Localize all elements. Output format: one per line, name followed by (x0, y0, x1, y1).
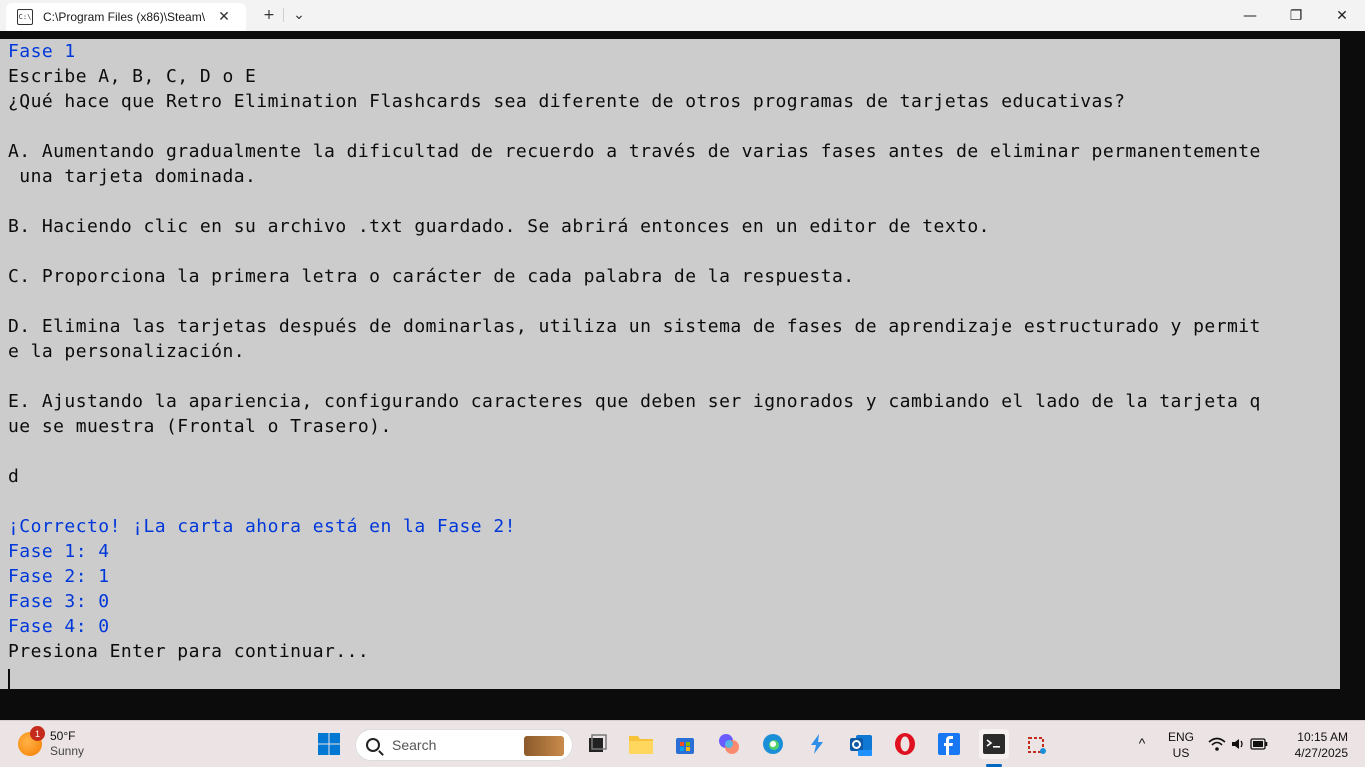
clock[interactable]: 10:15 AM 4/27/2025 (1286, 729, 1348, 761)
new-tab-button[interactable]: + (255, 4, 283, 26)
console-line: Fase 2: 1 (8, 566, 110, 587)
console-line: A. Aumentando gradualmente la dificultad… (8, 141, 1261, 162)
console-text-area[interactable]: Fase 1 Escribe A, B, C, D o E ¿Qué hace qu… (0, 39, 1340, 689)
snipping-tool-icon (1028, 737, 1046, 754)
start-button[interactable] (314, 729, 344, 759)
minimize-button[interactable]: — (1227, 0, 1273, 31)
taskbar-search[interactable]: Search (355, 729, 573, 761)
opera-icon (895, 733, 915, 755)
facebook-icon (938, 733, 960, 755)
system-status-group[interactable] (1206, 729, 1270, 759)
text-cursor (8, 669, 10, 689)
clock-time: 10:15 AM (1297, 730, 1348, 744)
tab-title: C:\Program Files (x86)\Steam\ (43, 10, 206, 24)
search-icon (366, 738, 380, 752)
edge-icon (763, 734, 783, 754)
code-editor-icon (811, 734, 823, 754)
clock-date: 4/27/2025 (1294, 746, 1348, 760)
taskbar: 1 50°F Sunny Search ^ ENG US 10:15 AM 4/… (0, 720, 1365, 767)
console-line: ue se muestra (Frontal o Trasero). (8, 416, 392, 437)
region-code: US (1172, 746, 1190, 760)
language-indicator[interactable]: ENG US (1164, 729, 1198, 761)
terminal-console[interactable]: Fase 1 Escribe A, B, C, D o E ¿Qué hace qu… (0, 31, 1365, 720)
console-line: Fase 1: 4 (8, 541, 110, 562)
file-explorer-button[interactable] (626, 729, 656, 759)
snipping-tool-button[interactable] (1022, 729, 1052, 759)
store-button[interactable] (670, 729, 700, 759)
outlook-icon (850, 735, 872, 756)
task-view-button[interactable] (582, 729, 612, 759)
edge-button[interactable] (758, 729, 788, 759)
outlook-button[interactable] (846, 729, 876, 759)
vscode-button[interactable] (802, 729, 832, 759)
console-line: D. Elimina las tarjetas después de domin… (8, 316, 1261, 337)
maximize-button[interactable]: ❐ (1273, 0, 1319, 31)
close-window-button[interactable]: ✕ (1319, 0, 1365, 31)
speaker-icon (1232, 739, 1243, 749)
title-bar: C:\ C:\Program Files (x86)\Steam\ ✕ + ⌄ … (0, 0, 1365, 31)
tab-separator (283, 8, 284, 22)
notification-badge: 1 (30, 726, 45, 741)
console-line: B. Haciendo clic en su archivo .txt guar… (8, 216, 990, 237)
scrollbar-gutter[interactable] (1340, 39, 1365, 689)
task-view-icon (589, 734, 607, 752)
console-line: E. Ajustando la apariencia, configurando… (8, 391, 1261, 412)
copilot-button[interactable] (714, 729, 744, 759)
wifi-icon (1208, 737, 1226, 751)
console-line: ¿Qué hace que Retro Elimination Flashcar… (8, 91, 1126, 112)
close-tab-icon[interactable]: ✕ (215, 9, 233, 25)
console-line: ¡Correcto! ¡La carta ahora está en la Fa… (8, 516, 516, 537)
opera-button[interactable] (890, 729, 920, 759)
weather-temperature: 50°F (50, 729, 76, 743)
terminal-tab[interactable]: C:\ C:\Program Files (x86)\Steam\ ✕ (6, 3, 246, 31)
tray-overflow-chevron[interactable]: ^ (1132, 735, 1152, 751)
terminal-taskbar-button[interactable] (979, 729, 1009, 759)
windows-icon (318, 733, 340, 755)
store-icon (676, 738, 694, 754)
language-code: ENG (1167, 730, 1194, 744)
console-line: Fase 4: 0 (8, 616, 110, 637)
battery-icon (1250, 738, 1268, 750)
terminal-icon (983, 734, 1005, 754)
facebook-button[interactable] (934, 729, 964, 759)
weather-widget[interactable]: 1 50°F Sunny (18, 726, 85, 759)
sun-icon: 1 (18, 726, 45, 756)
console-line: Fase 3: 0 (8, 591, 110, 612)
console-line: d (8, 466, 20, 487)
console-line: e la personalización. (8, 341, 246, 362)
console-line: una tarjeta dominada. (8, 166, 257, 187)
terminal-icon: C:\ (17, 9, 33, 25)
search-placeholder: Search (392, 737, 437, 753)
weather-description: Sunny (50, 744, 85, 758)
console-line: C. Proporciona la primera letra o caráct… (8, 266, 855, 287)
console-line: Presiona Enter para continuar... (8, 641, 370, 662)
copilot-icon (719, 734, 739, 754)
tab-dropdown-icon[interactable]: ⌄ (285, 4, 313, 26)
console-line: Escribe A, B, C, D o E (8, 66, 257, 87)
folder-icon (629, 736, 653, 754)
search-highlight-image (524, 736, 564, 756)
console-line: Fase 1 (8, 41, 76, 62)
